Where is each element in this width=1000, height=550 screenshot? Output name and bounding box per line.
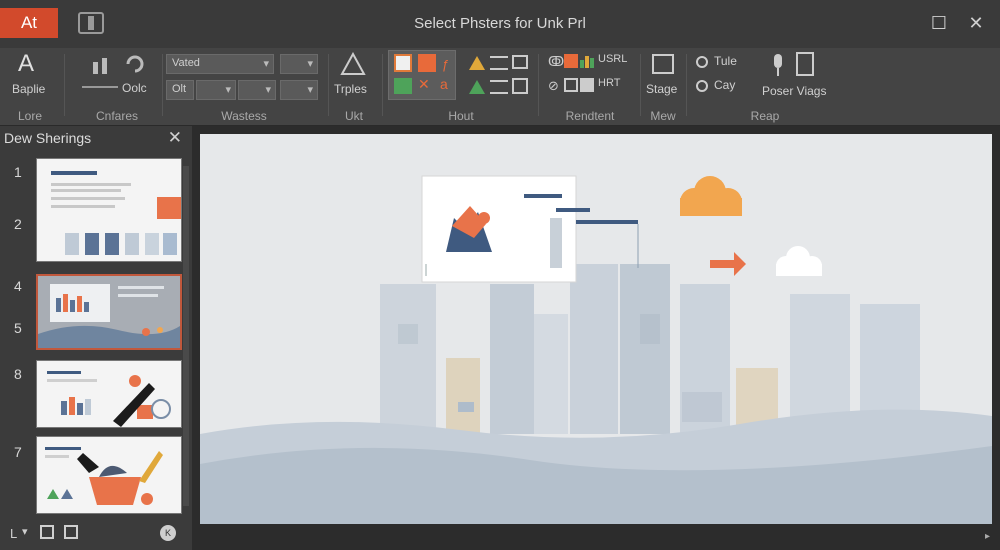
- close-icon[interactable]: ✕: [168, 128, 182, 148]
- ribbon-group-hout: ƒ ✕ a Hout: [386, 48, 536, 126]
- shape-fill-dropdown[interactable]: ▾: [238, 80, 276, 100]
- ribbon: A Baplie Lore Oolc Cnfares Vated ▾ ▾ Olt …: [0, 48, 1000, 126]
- image-icon[interactable]: [394, 54, 412, 72]
- list-icon[interactable]: [490, 80, 508, 94]
- chain-icon[interactable]: ⊘: [548, 78, 562, 94]
- slide-number: 4: [14, 278, 22, 294]
- link-icon[interactable]: ↂ: [548, 54, 564, 70]
- group-label: Mew: [650, 109, 676, 123]
- building: [620, 264, 670, 434]
- duplicate-icon[interactable]: [64, 525, 78, 539]
- slides-panel: Dew Sherings ✕ 1 2 4 5 8 7 L ▾ K: [0, 126, 192, 550]
- bars-icon[interactable]: [92, 56, 110, 74]
- usrl-text[interactable]: USRL: [598, 53, 627, 65]
- a-icon[interactable]: a: [440, 76, 452, 94]
- chevron-down-icon[interactable]: ▾: [22, 525, 28, 538]
- bars-green-icon[interactable]: [580, 54, 594, 68]
- building: [570, 264, 618, 434]
- trples-button[interactable]: Trples: [334, 82, 367, 96]
- slide-number: 8: [14, 366, 22, 382]
- group-label: Hout: [448, 109, 474, 123]
- shape-icon[interactable]: ƒ: [442, 57, 450, 72]
- ribbon-group-mew: Stage Mew: [642, 48, 684, 126]
- user-icon[interactable]: K: [160, 525, 176, 541]
- new-slide-icon[interactable]: [40, 525, 54, 539]
- slide-number: 1: [14, 164, 22, 180]
- ribbon-group-ukt: Trples Ukt: [330, 48, 378, 126]
- font-dropdown[interactable]: Vated ▾: [166, 54, 274, 74]
- refresh-icon[interactable]: [124, 54, 146, 74]
- group-label: Rendtent: [565, 109, 615, 123]
- hrt-text[interactable]: HRT: [598, 77, 620, 89]
- fill-icon[interactable]: [340, 51, 366, 76]
- white-cloud: [776, 246, 822, 276]
- slide-number: 7: [14, 444, 22, 460]
- ribbon-group-cnfares: Oolc Cnfares: [72, 48, 162, 126]
- panel-scrollbar[interactable]: [183, 166, 189, 506]
- slide-illustration: [200, 175, 992, 524]
- panel-title: Dew Sherings: [4, 130, 92, 146]
- slide-thumbnail-1[interactable]: [36, 158, 182, 262]
- view-icon[interactable]: [652, 54, 674, 74]
- triangle-icon[interactable]: [468, 54, 486, 72]
- orange-cloud: [680, 176, 742, 216]
- window-title: Select Phsters for Unk Prl: [414, 15, 586, 32]
- line-icon: [82, 86, 118, 88]
- radio-tule[interactable]: [696, 56, 708, 68]
- layout-button[interactable]: L: [10, 526, 17, 541]
- building: [534, 314, 568, 434]
- slide-thumbnail-4[interactable]: [36, 436, 182, 514]
- panel-bottom-bar: L ▾ K: [0, 522, 192, 550]
- poser-viags-button[interactable]: Poser Viags: [762, 84, 826, 98]
- grid-icon[interactable]: [512, 78, 528, 94]
- group-label: Lore: [17, 109, 43, 123]
- close-icon[interactable]: ✕: [965, 12, 987, 34]
- oolc-button[interactable]: Oolc: [122, 81, 147, 95]
- size-dropdown[interactable]: ▾: [280, 54, 318, 74]
- slide-number: 2: [14, 216, 22, 232]
- ribbon-group-wastess: Vated ▾ ▾ Olt ▾ ▾ ▾ Wastess: [164, 48, 324, 126]
- group-label: Reap: [750, 109, 780, 123]
- arrow-icon: [710, 252, 746, 276]
- maximize-icon[interactable]: ☐: [928, 12, 950, 34]
- ribbon-group-rendtent: ↂ USRL ⊘ HRT Rendtent: [542, 48, 638, 126]
- db-icon[interactable]: [580, 78, 594, 92]
- slide-thumbnail-3[interactable]: [36, 360, 182, 428]
- building: [490, 284, 534, 434]
- status-scroll-icon[interactable]: ▸: [985, 531, 990, 542]
- building: [380, 284, 436, 434]
- radio-tule-label: Tule: [714, 54, 737, 68]
- building: [446, 358, 480, 434]
- style-dropdown[interactable]: Olt: [166, 80, 194, 100]
- stage-button[interactable]: Stage: [646, 82, 677, 96]
- document-icon[interactable]: [796, 52, 814, 76]
- baplie-button[interactable]: Baplie: [12, 82, 45, 96]
- ribbon-group-lore: A Baplie Lore: [0, 48, 60, 126]
- lines-icon[interactable]: [490, 56, 508, 70]
- square-icon[interactable]: [564, 78, 578, 92]
- mic-icon[interactable]: [770, 54, 786, 78]
- green-triangle-icon[interactable]: [468, 78, 486, 96]
- radio-cay-label: Cay: [714, 78, 736, 92]
- group-label: Cnfares: [95, 109, 139, 123]
- box-icon[interactable]: [512, 55, 528, 69]
- canvas-area: ▸: [192, 126, 1000, 550]
- orange-icon[interactable]: [564, 54, 578, 68]
- x-icon[interactable]: ✕: [418, 76, 434, 94]
- text-style-icon[interactable]: A: [18, 50, 34, 78]
- slide-canvas[interactable]: [200, 134, 992, 524]
- slide-thumbnail-2[interactable]: [36, 274, 182, 350]
- picture-icon[interactable]: [418, 54, 436, 72]
- group-label: Wastess: [221, 109, 267, 123]
- pen-dropdown[interactable]: ▾: [196, 80, 236, 100]
- ribbon-group-reap: Tule Cay Poser Viags Reap: [690, 48, 840, 126]
- radio-cay[interactable]: [696, 80, 708, 92]
- slide-number: 5: [14, 320, 22, 336]
- chart-icon[interactable]: [394, 78, 412, 94]
- group-label: Ukt: [345, 109, 363, 123]
- title-bar: At Select Phsters for Unk Prl ☐ ✕: [0, 0, 1000, 48]
- shape-outline-dropdown[interactable]: ▾: [280, 80, 318, 100]
